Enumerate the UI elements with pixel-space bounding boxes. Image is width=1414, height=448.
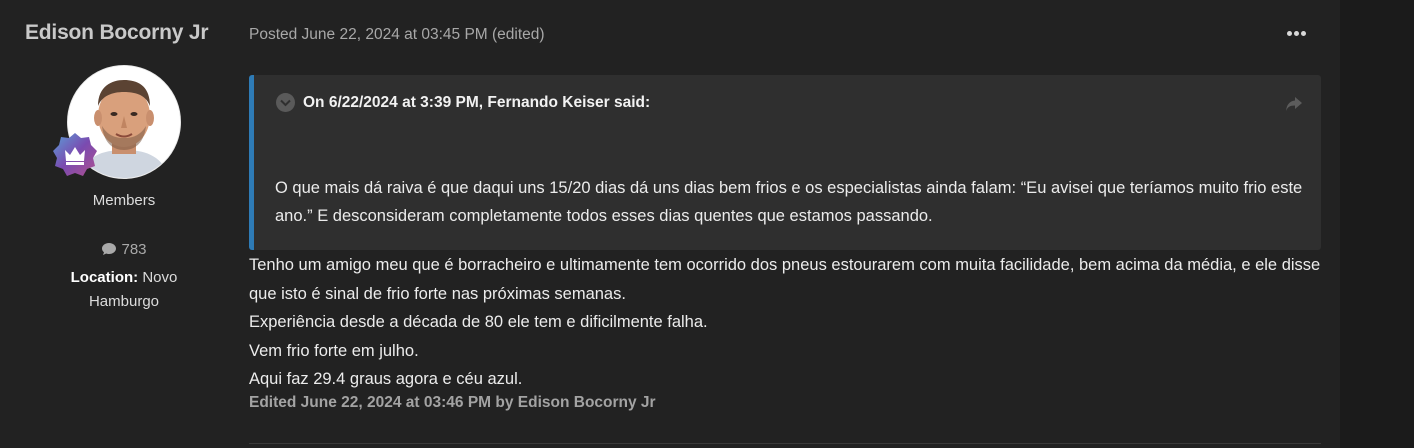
post-count-value: 783 bbox=[121, 241, 147, 258]
edited-note: Edited June 22, 2024 at 03:46 PM by Edis… bbox=[249, 394, 656, 411]
author-location: Location: Novo Hamburgo bbox=[44, 266, 204, 314]
author-group: Members bbox=[92, 192, 156, 209]
post-container: Edison Bocorny Jr Members 783 Location: … bbox=[0, 0, 1340, 448]
post-paragraph: Vem frio forte em julho. bbox=[249, 341, 419, 360]
post-paragraph: Aqui faz 29.4 graus agora e céu azul. bbox=[249, 370, 523, 388]
location-label: Location: bbox=[70, 269, 139, 286]
quote-text: O que mais dá raiva é que daqui uns 15/2… bbox=[275, 179, 1303, 225]
author-avatar-wrap[interactable] bbox=[53, 65, 181, 179]
page-gutter bbox=[1340, 0, 1414, 448]
post-content: Tenho um amigo meu que é borracheiro e u… bbox=[249, 251, 1324, 394]
quote-citation: On 6/22/2024 at 3:39 PM, Fernando Keiser… bbox=[303, 93, 651, 111]
post-date[interactable]: Posted June 22, 2024 at 03:45 PM (edited… bbox=[249, 26, 545, 44]
author-name[interactable]: Edison Bocorny Jr bbox=[25, 21, 209, 45]
more-options-button[interactable] bbox=[1282, 22, 1310, 44]
post-paragraph: Tenho um amigo meu que é borracheiro e u… bbox=[249, 256, 1321, 303]
comment-icon bbox=[102, 243, 117, 255]
divider bbox=[249, 443, 1321, 444]
quote-header: On 6/22/2024 at 3:39 PM, Fernando Keiser… bbox=[276, 93, 650, 112]
crown-badge-icon bbox=[51, 131, 99, 179]
post-paragraph: Experiência desde a década de 80 ele tem… bbox=[249, 313, 708, 331]
ellipsis-icon bbox=[1286, 30, 1292, 36]
chevron-down-icon[interactable] bbox=[276, 93, 295, 112]
quote-block: On 6/22/2024 at 3:39 PM, Fernando Keiser… bbox=[249, 75, 1321, 250]
post-count: 783 bbox=[24, 241, 224, 258]
share-arrow-icon[interactable] bbox=[1284, 95, 1304, 113]
